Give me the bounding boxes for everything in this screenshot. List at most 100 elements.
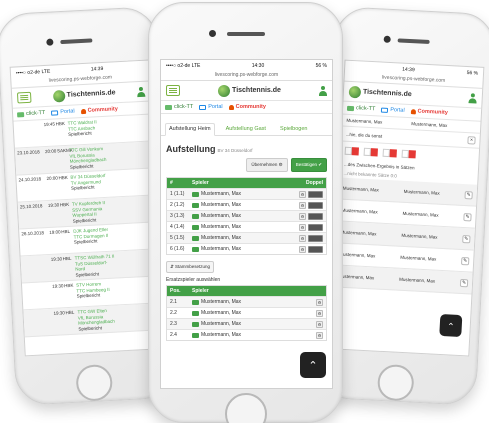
player-cell[interactable]: Mustermann, Max [192, 191, 295, 197]
doubles-select[interactable] [308, 212, 323, 220]
lineup-actions: Übernehmen ⚙ Bestätigen ✔ [161, 156, 332, 177]
lineup-row: 2 (1.2) Mustermann, Max ⚙ [167, 199, 326, 210]
match-teams[interactable]: TTC Gill Venkum VfL Borussia Mönchengladba… [69, 144, 152, 170]
tab-lineup-home[interactable]: Aufstellung Heim [165, 123, 215, 136]
doubles-select[interactable] [308, 201, 323, 209]
player-name: Mustermann, Max [338, 273, 375, 281]
edit-icon[interactable]: ✎ [462, 234, 471, 243]
speaker [60, 38, 93, 45]
settings-icon[interactable]: ⚙ [316, 320, 323, 328]
player-name[interactable]: Mustermann, Max [201, 310, 241, 316]
nav-community[interactable]: Community [228, 104, 266, 110]
match-teams[interactable]: TV Kupferdreh II SSV Germania Wuppertal II… [72, 197, 155, 223]
player-name: Mustermann, Max [399, 276, 436, 284]
match-teams[interactable]: TTC Waldrat II TTC Ansbach Spielbericht [68, 117, 151, 143]
tab-scoresheet[interactable]: Spielbogen [277, 124, 311, 135]
adopt-button[interactable]: Übernehmen ⚙ [246, 158, 288, 172]
player-name[interactable]: Mustermann, Max [201, 299, 241, 305]
edit-icon[interactable]: ✎ [459, 278, 469, 287]
edit-icon[interactable]: ✎ [464, 190, 473, 199]
player-name[interactable]: Mustermann, Max [201, 235, 241, 241]
master-lineup-button[interactable]: ⇵ Stammbesetzung [166, 261, 215, 273]
player-cell[interactable]: Mustermann, Max [192, 321, 316, 327]
logo[interactable]: Tischtennis.de [348, 85, 412, 100]
edit-icon[interactable]: ✎ [461, 256, 470, 265]
player-card-icon [192, 246, 199, 252]
set-score-input[interactable] [382, 148, 397, 158]
reserve-position: 2.1 [170, 299, 177, 305]
match-team: HBK [64, 282, 74, 289]
nav-community[interactable]: Community [80, 106, 118, 114]
hamburger-menu-icon[interactable] [16, 91, 32, 104]
player-cell[interactable]: Mustermann, Max [192, 235, 295, 241]
lock-icon[interactable]: ⚙ [299, 223, 306, 231]
settings-icon[interactable]: ⚙ [316, 298, 323, 306]
match-teams[interactable]: TTSC Wülfrath 71 II TuS Düsseldorf- Nord Sp… [75, 251, 158, 278]
match-teams[interactable]: STV Horrem TTC Hambeeg II Spielbericht [76, 278, 159, 304]
tab-lineup-guest[interactable]: Aufstellung Gast [223, 124, 269, 135]
doubles-select[interactable] [308, 245, 323, 253]
match-teams[interactable]: BV 34 Düsseldorf TV Angermund Spielbericht [70, 170, 153, 196]
user-icon[interactable] [468, 93, 477, 103]
player-name[interactable]: Mustermann, Max [201, 213, 241, 219]
nav-click-tt[interactable]: click-TT [346, 105, 375, 112]
set-score-input[interactable] [344, 146, 359, 156]
position-number: 4 (1.4) [170, 224, 185, 230]
nav-click-tt[interactable]: click-TT [16, 110, 45, 117]
player-cell[interactable]: Mustermann, Max [192, 246, 295, 252]
scroll-top-button[interactable]: ⌃ [300, 352, 326, 378]
player-cell[interactable]: Mustermann, Max [192, 213, 295, 219]
player-cell[interactable]: Mustermann, Max [192, 332, 316, 338]
home-button[interactable] [225, 393, 267, 423]
player-cell[interactable]: Mustermann, Max [192, 299, 316, 305]
player-card-icon [192, 235, 199, 241]
lock-icon[interactable]: ⚙ [299, 234, 306, 242]
doubles-select[interactable] [308, 190, 323, 198]
player-cell[interactable]: Mustermann, Max [192, 224, 295, 230]
player-name[interactable]: Mustermann, Max [201, 321, 241, 327]
player-cell[interactable]: Mustermann, Max [192, 310, 316, 316]
home-button[interactable] [376, 363, 415, 402]
player-name[interactable]: Mustermann, Max [201, 191, 241, 197]
settings-icon[interactable]: ⚙ [316, 331, 323, 339]
player-name: Mustermann, Max [340, 229, 377, 237]
player-name[interactable]: Mustermann, Max [201, 246, 241, 252]
lock-icon[interactable]: ⚙ [299, 212, 306, 220]
home-button[interactable] [75, 363, 114, 402]
logo[interactable]: Tischtennis.de [218, 84, 281, 97]
player-name[interactable]: Mustermann, Max [201, 202, 241, 208]
player-name[interactable]: Mustermann, Max [201, 224, 241, 230]
player-cell[interactable]: Mustermann, Max [192, 202, 295, 208]
user-icon[interactable] [318, 85, 327, 96]
lock-icon[interactable]: ⚙ [299, 245, 306, 253]
settings-icon[interactable]: ⚙ [316, 309, 323, 317]
nav-portal[interactable]: Portal [51, 108, 75, 115]
set-score-input[interactable] [401, 149, 416, 159]
nav-portal[interactable]: Portal [199, 104, 223, 110]
doubles-select[interactable] [308, 223, 323, 231]
table-row[interactable]: 19:30 HBL TTC GW Elten VfL Borussia Möncheng… [23, 303, 163, 338]
doubles-select[interactable] [308, 234, 323, 242]
nav-community[interactable]: Community [410, 108, 448, 116]
nav-portal[interactable]: Portal [381, 107, 405, 114]
doubles-cell: ⚙ [295, 201, 323, 209]
edit-icon[interactable]: ✎ [463, 212, 472, 221]
logo[interactable]: Tischtennis.de [52, 87, 116, 103]
page-title: Aufstellung BV 34 Düsseldorf [166, 144, 253, 154]
user-icon[interactable] [137, 86, 146, 96]
match-teams[interactable]: DJK Jugend Eller TTC Dormagen II Spielberi… [73, 224, 156, 250]
player-name: Mustermann, Max [403, 188, 440, 196]
hamburger-menu-icon[interactable] [166, 85, 180, 96]
set-score-input[interactable] [363, 147, 378, 157]
lock-icon[interactable]: ⚙ [299, 201, 306, 209]
reserve-caption: Ersatzspieler auswählen [166, 277, 221, 283]
right-screen: 14:39 56 % livescoring.ps-webforge.com T… [329, 59, 485, 357]
lock-icon[interactable]: ⚙ [299, 190, 306, 198]
player-name[interactable]: Mustermann, Max [201, 332, 241, 338]
url-bar[interactable]: livescoring.ps-webforge.com [161, 72, 332, 81]
scroll-top-button[interactable]: ⌃ [439, 313, 463, 338]
nav-click-tt[interactable]: click-TT [165, 104, 193, 110]
doubles-cell: ⚙ [295, 245, 323, 253]
close-icon[interactable]: × [467, 136, 476, 145]
confirm-button[interactable]: Bestätigen ✔ [290, 158, 327, 172]
